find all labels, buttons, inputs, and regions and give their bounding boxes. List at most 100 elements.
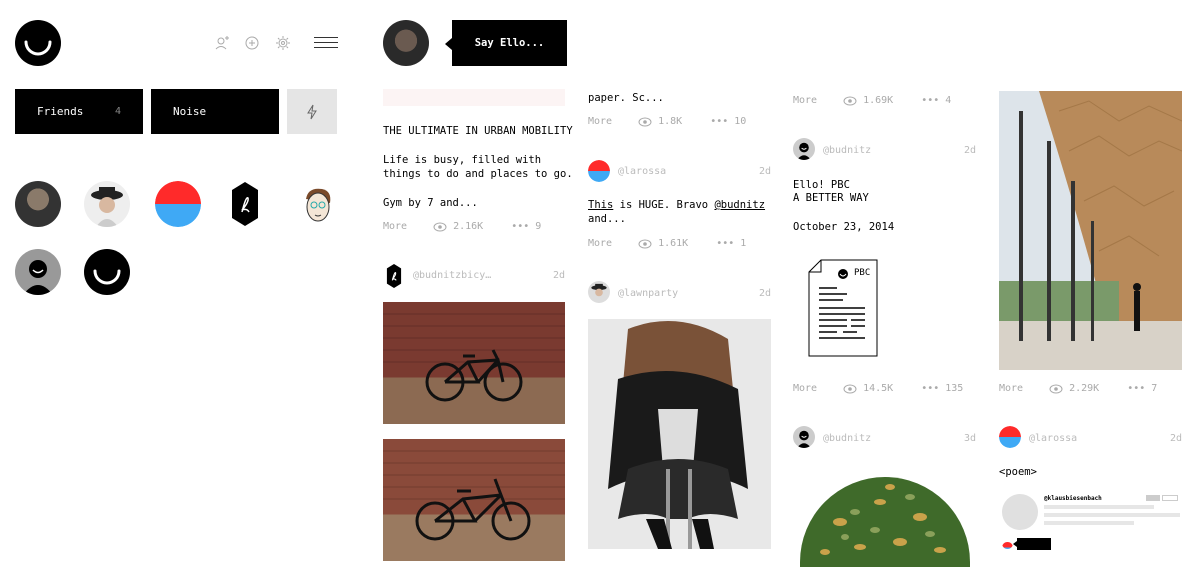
- post-body-line: paper. Sc...: [588, 92, 664, 104]
- post-body-line: Gym by 7 and...: [383, 197, 478, 209]
- comments-count: 7: [1151, 383, 1158, 394]
- avatar-friend-6[interactable]: [15, 249, 61, 295]
- hashtag-link[interactable]: This: [588, 199, 613, 211]
- leaves-photo[interactable]: [800, 472, 970, 567]
- embed-line: [1044, 521, 1134, 525]
- more-link[interactable]: More: [999, 383, 1023, 394]
- post-date: October 23, 2014: [793, 221, 895, 233]
- more-link[interactable]: More: [793, 95, 817, 106]
- post-username[interactable]: @lawnparty: [618, 288, 678, 299]
- post-timestamp: 2d: [1170, 433, 1183, 444]
- post-body-line: This is HUGE. Bravo @budnitz: [588, 198, 765, 212]
- avatar-friend-7[interactable]: [84, 249, 130, 295]
- embed-tag-pointer: [1013, 541, 1017, 547]
- views-count: 1.8K: [658, 116, 683, 127]
- embed-line: [1044, 513, 1180, 517]
- embed-button: [1146, 495, 1160, 501]
- more-link[interactable]: More: [588, 238, 612, 249]
- menu-icon[interactable]: [314, 37, 338, 49]
- tab-friends-label: Friends: [37, 105, 84, 118]
- more-link[interactable]: More: [383, 221, 407, 232]
- views-count: 2.16K: [453, 221, 484, 232]
- post-body-line: <poem>: [999, 466, 1037, 478]
- post-meta: More 1.69K ••• 4: [793, 95, 951, 106]
- post-body-line: Life is busy, filled with: [383, 154, 542, 166]
- fashion-photo[interactable]: [588, 319, 771, 549]
- tab-friends-count: 4: [114, 106, 121, 117]
- avatar-budnitz[interactable]: [793, 426, 815, 448]
- more-link[interactable]: More: [588, 116, 612, 127]
- post-meta: More 1.8K ••• 10: [588, 116, 746, 127]
- views-count: 1.61K: [658, 238, 689, 249]
- comments-count: 10: [734, 116, 747, 127]
- post-body-line: and...: [588, 213, 626, 225]
- comments-count: 1: [740, 238, 747, 249]
- post-meta: More 1.61K ••• 1: [588, 238, 746, 249]
- eye-icon: [1049, 384, 1063, 393]
- views-count: 14.5K: [863, 383, 894, 394]
- lightning-button[interactable]: [287, 89, 337, 134]
- avatar-larossa[interactable]: [588, 160, 610, 182]
- add-friend-icon[interactable]: [214, 35, 230, 51]
- embed-username: @klausbiesenbach: [1044, 495, 1102, 502]
- post-timestamp: 2d: [553, 270, 566, 281]
- avatar-lawnparty[interactable]: [588, 281, 610, 303]
- post-timestamp: 2d: [759, 288, 772, 299]
- dots-icon[interactable]: •••: [511, 221, 529, 232]
- dots-icon[interactable]: •••: [1127, 383, 1145, 394]
- mention-link[interactable]: @budnitz: [714, 199, 765, 211]
- embed-button: [1162, 495, 1178, 501]
- smile-icon: [24, 40, 52, 56]
- avatar-friend-5[interactable]: [294, 181, 340, 227]
- post-meta: More 14.5K ••• 135: [793, 383, 963, 394]
- post-timestamp: 2d: [964, 145, 977, 156]
- embed-black-tag: [1017, 538, 1051, 550]
- post-meta: More 2.16K ••• 9: [383, 221, 541, 232]
- post-body-line: things to do and places to go.: [383, 168, 573, 180]
- avatar-friend-3[interactable]: [155, 181, 201, 227]
- tab-noise-label: Noise: [173, 105, 207, 118]
- tab-friends[interactable]: Friends 4: [15, 89, 143, 134]
- post-username[interactable]: @budnitzbicy…: [413, 270, 491, 281]
- dots-icon[interactable]: •••: [716, 238, 734, 249]
- bicycle-photo-1[interactable]: [383, 302, 565, 424]
- pbc-doc-label: PBC: [854, 268, 871, 278]
- dots-icon[interactable]: •••: [921, 383, 939, 394]
- avatar-friend-4[interactable]: [232, 182, 258, 226]
- avatar-larossa[interactable]: [999, 426, 1021, 448]
- plus-circle-icon[interactable]: [244, 35, 260, 51]
- composer-label: Say Ello...: [474, 37, 545, 49]
- post-username[interactable]: @budnitz: [823, 433, 871, 444]
- dots-icon[interactable]: •••: [921, 95, 939, 106]
- embedded-screenshot[interactable]: @klausbiesenbach: [999, 490, 1182, 556]
- post-meta: More 2.29K ••• 7: [999, 383, 1157, 394]
- eye-icon: [638, 117, 652, 126]
- dots-icon[interactable]: •••: [710, 116, 728, 127]
- views-count: 1.69K: [863, 95, 894, 106]
- bicycle-photo-2[interactable]: [383, 439, 565, 561]
- post-timestamp: 2d: [759, 166, 772, 177]
- tab-noise[interactable]: Noise: [151, 89, 279, 134]
- embed-line: [1044, 505, 1154, 509]
- my-avatar[interactable]: [383, 20, 429, 66]
- post-body-line: A BETTER WAY: [793, 192, 869, 204]
- eye-icon: [843, 96, 857, 105]
- eye-icon: [843, 384, 857, 393]
- post-text: is HUGE. Bravo: [613, 199, 715, 211]
- avatar-budnitz[interactable]: [793, 138, 815, 160]
- avatar-budnitzbicycles[interactable]: [386, 264, 402, 288]
- post-username[interactable]: @budnitz: [823, 145, 871, 156]
- composer-pointer: [445, 38, 452, 50]
- avatar-friend-2[interactable]: [84, 181, 130, 227]
- say-ello-composer[interactable]: Say Ello...: [452, 20, 567, 66]
- comments-count: 9: [535, 221, 542, 232]
- gear-icon[interactable]: [275, 35, 291, 51]
- more-link[interactable]: More: [793, 383, 817, 394]
- post-username[interactable]: @larossa: [1029, 433, 1077, 444]
- avatar-friend-1[interactable]: [15, 181, 61, 227]
- architecture-photo[interactable]: [999, 91, 1182, 370]
- ello-logo[interactable]: [15, 20, 61, 66]
- comments-count: 4: [945, 95, 952, 106]
- post-username[interactable]: @larossa: [618, 166, 666, 177]
- post-body-line: Ello! PBC: [793, 179, 850, 191]
